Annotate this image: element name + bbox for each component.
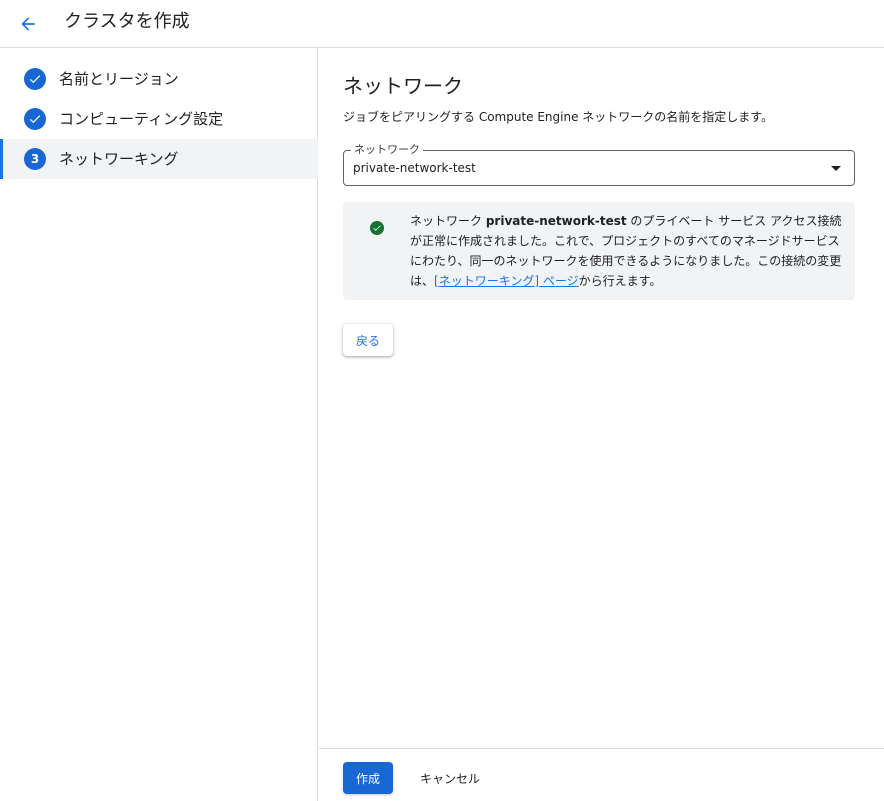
create-button[interactable]: 作成 — [343, 762, 393, 794]
step-number-badge: 3 — [24, 148, 46, 170]
back-button[interactable] — [14, 10, 42, 38]
step-compute-settings[interactable]: コンピューティング設定 — [0, 99, 318, 139]
step-name-region[interactable]: 名前とリージョン — [0, 59, 318, 99]
network-select[interactable]: ネットワーク private-network-test — [343, 143, 855, 186]
check-circle-icon — [24, 108, 46, 130]
section-title: ネットワーク — [343, 74, 463, 98]
step-label: コンピューティング設定 — [59, 110, 224, 128]
success-alert: ネットワーク private-network-test のプライベート サービス… — [343, 202, 855, 300]
cancel-button[interactable]: キャンセル — [407, 762, 493, 794]
page-header: クラスタを作成 — [0, 0, 884, 48]
section-description: ジョブをピアリングする Compute Engine ネットワークの名前を指定し… — [343, 110, 774, 124]
arrow-back-icon — [21, 17, 35, 31]
step-networking[interactable]: 3 ネットワーキング — [0, 139, 318, 179]
alert-text-prefix: ネットワーク — [410, 214, 486, 228]
alert-network-name: private-network-test — [485, 214, 627, 228]
previous-step-button[interactable]: 戻る — [343, 324, 393, 356]
alert-message: ネットワーク private-network-test のプライベート サービス… — [410, 211, 842, 291]
step-label: 名前とリージョン — [59, 70, 179, 88]
page-title: クラスタを作成 — [64, 11, 190, 32]
dropdown-arrow-icon — [831, 166, 841, 171]
network-select-label: ネットワーク — [351, 143, 423, 157]
networking-page-link[interactable]: [ネットワーキング] ページ — [434, 274, 579, 288]
main-content: ネットワーク ジョブをピアリングする Compute Engine ネットワーク… — [319, 48, 884, 748]
check-circle-icon — [24, 68, 46, 90]
check-circle-icon — [370, 221, 384, 235]
stepper-sidebar: 名前とリージョン コンピューティング設定 3 ネットワーキング — [0, 48, 318, 801]
alert-text-suffix: から行えます。 — [578, 274, 662, 288]
step-label: ネットワーキング — [59, 150, 179, 168]
action-footer: 作成 キャンセル — [319, 748, 884, 801]
network-select-value: private-network-test — [353, 161, 476, 175]
